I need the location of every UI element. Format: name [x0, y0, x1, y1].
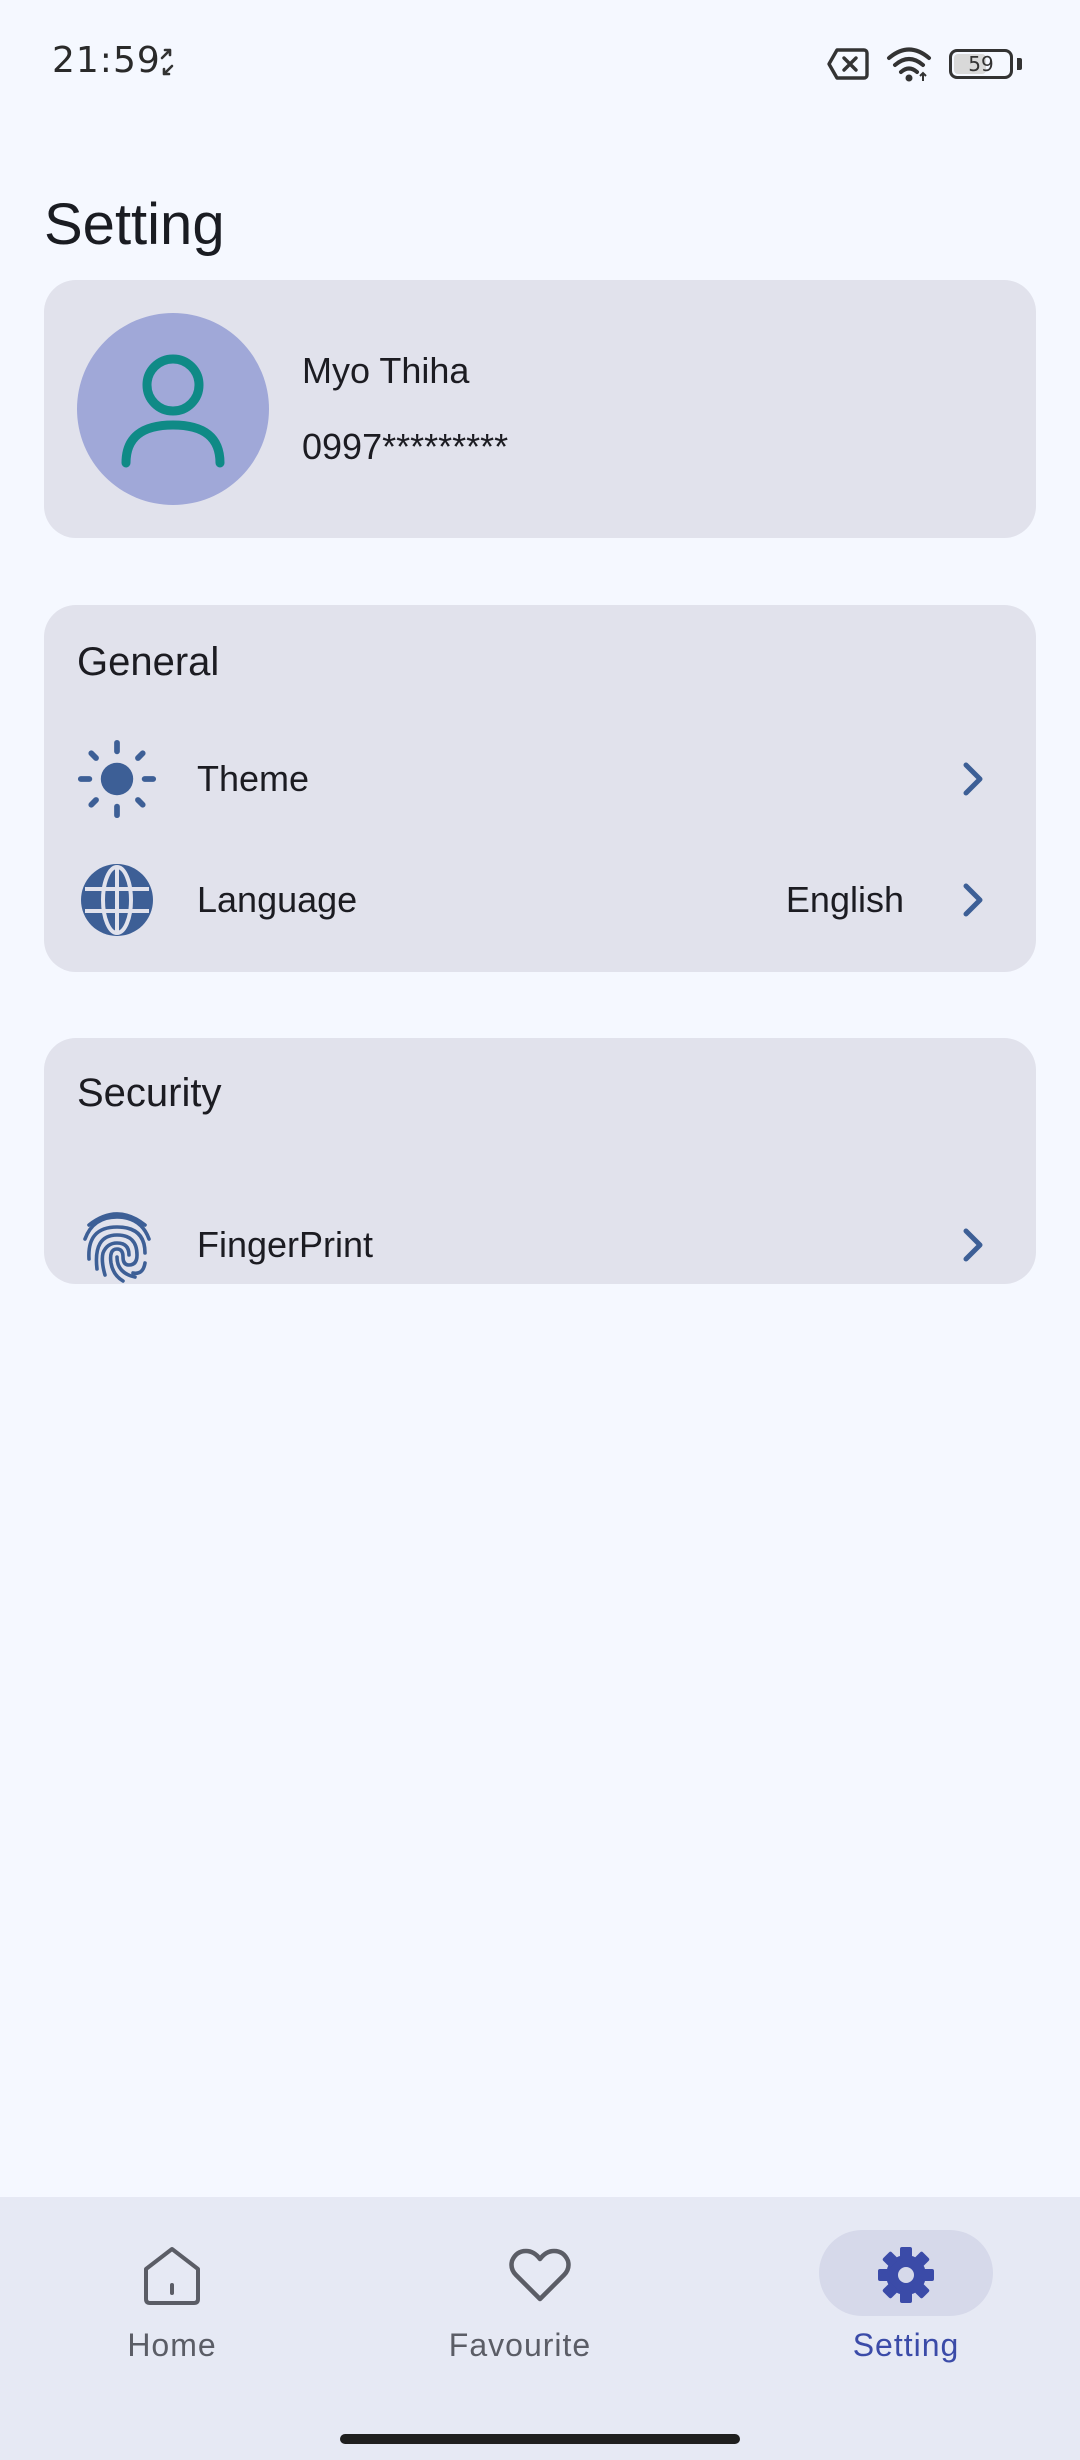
heart-icon: [508, 2243, 572, 2307]
wifi-icon: [887, 47, 931, 82]
security-section: Security FingerPrint: [44, 1038, 1036, 1284]
section-title-security: Security: [77, 1071, 222, 1115]
nav-label-setting: Setting: [852, 2327, 960, 2363]
page-title: Setting: [44, 191, 225, 257]
status-time: 21:59: [52, 40, 161, 81]
person-icon: [121, 354, 225, 468]
sun-icon: [77, 739, 157, 819]
globe-icon: [77, 860, 157, 940]
general-section: General Theme Language English: [44, 605, 1036, 972]
sync-icon: [160, 48, 174, 76]
theme-label: Theme: [197, 758, 310, 799]
profile-phone: 0997*********: [302, 426, 509, 467]
nav-label-favourite: Favourite: [448, 2327, 592, 2363]
language-label: Language: [197, 879, 358, 920]
nav-item-favourite[interactable]: Favourite: [360, 2197, 720, 2460]
profile-name: Myo Thiha: [302, 350, 470, 391]
nav-item-home[interactable]: Home: [0, 2197, 360, 2460]
profile-card[interactable]: Myo Thiha 0997*********: [44, 280, 1036, 538]
fingerprint-label: FingerPrint: [197, 1224, 374, 1265]
battery-tip: [1017, 58, 1022, 70]
chevron-right-icon: [963, 1228, 983, 1262]
setting-row-theme[interactable]: Theme: [44, 724, 1036, 834]
home-icon: [140, 2243, 204, 2307]
setting-row-language[interactable]: Language English: [44, 845, 1036, 955]
no-sim-icon: [827, 48, 869, 80]
home-indicator: [340, 2434, 740, 2444]
status-icons: 59: [827, 44, 1022, 84]
language-value: English: [785, 879, 904, 920]
battery-level: 59: [968, 52, 994, 76]
battery-icon: 59: [949, 49, 1013, 79]
section-title-general: General: [77, 640, 220, 684]
gear-icon: [874, 2243, 938, 2307]
nav-item-setting[interactable]: Setting: [720, 2197, 1080, 2460]
chevron-right-icon: [963, 762, 983, 796]
fingerprint-icon: [77, 1205, 157, 1285]
nav-label-home: Home: [127, 2327, 217, 2363]
chevron-right-icon: [963, 883, 983, 917]
bottom-navigation: Home Favourite Setting: [0, 2197, 1080, 2460]
setting-row-fingerprint[interactable]: FingerPrint: [44, 1190, 1036, 1300]
status-bar: 21:59 59: [0, 0, 1080, 120]
avatar: [77, 313, 269, 505]
